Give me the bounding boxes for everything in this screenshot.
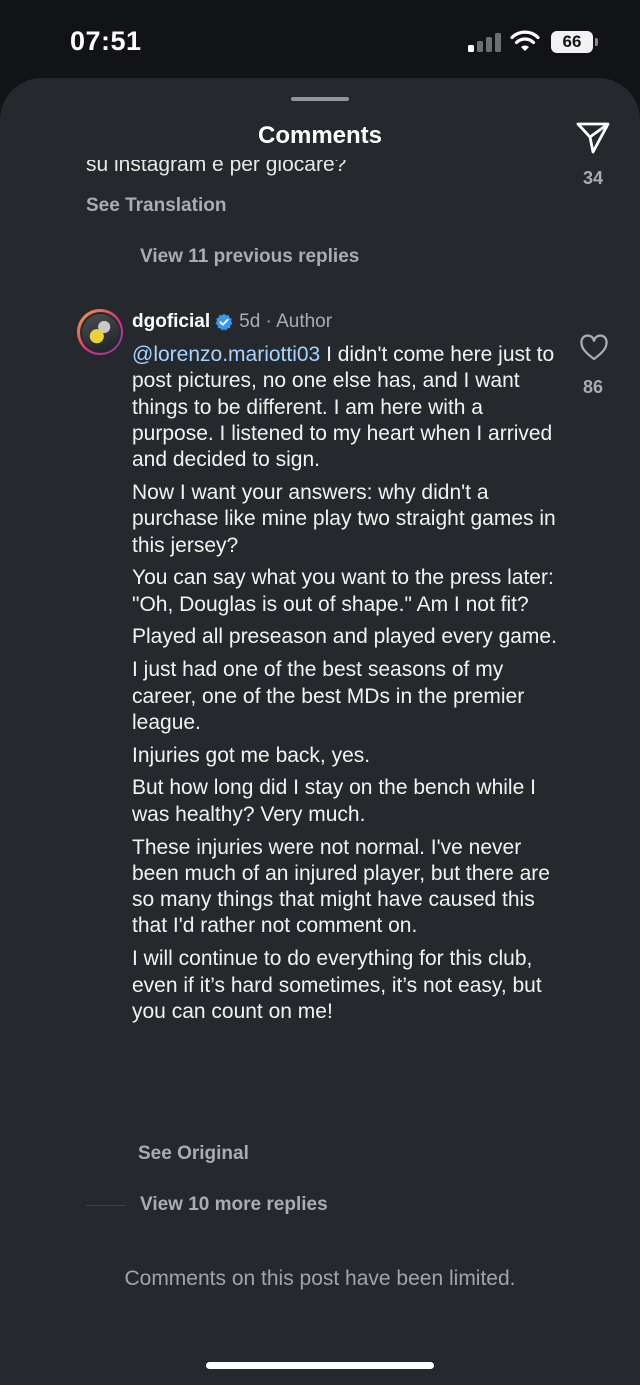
username[interactable]: dgoficial	[132, 311, 210, 333]
comment-paragraph: I will continue to do everything for thi…	[132, 947, 542, 1023]
paper-plane-icon[interactable]	[574, 118, 612, 156]
comments-limited-notice: Comments on this post have been limited.	[124, 1267, 516, 1290]
status-time: 07:51	[70, 26, 142, 56]
comment-paragraph: Now I want your answers: why didn't a pu…	[132, 480, 556, 557]
comment-paragraph: But how long did I stay on the bench whi…	[132, 776, 536, 826]
comment-paragraph: Injuries got me back, yes.	[132, 743, 371, 767]
battery-icon: 66	[551, 31, 593, 53]
avatar[interactable]	[77, 309, 123, 355]
view-previous-replies-button[interactable]: View 11 previous replies	[140, 246, 359, 268]
see-translation-link[interactable]: See Translation	[86, 195, 226, 217]
verified-badge-icon	[215, 313, 233, 331]
wifi-icon	[510, 30, 540, 51]
comment-paragraph: Played all preseason and played every ga…	[132, 625, 557, 649]
battery-tip	[595, 38, 598, 46]
comment-meta: 5d · Author	[239, 311, 333, 332]
sheet-grabber[interactable]	[291, 97, 349, 101]
like-count: 86	[582, 377, 604, 397]
reply-divider	[86, 1205, 126, 1206]
comment-header: dgoficial 5d · Author	[132, 311, 332, 333]
comment-paragraph: @lorenzo.mariotti03 I didn't come here j…	[132, 343, 555, 472]
sheet-title: Comments	[257, 122, 383, 149]
comment-body: @lorenzo.mariotti03 I didn't come here j…	[132, 342, 557, 1032]
status-bar: 07:51 66	[0, 0, 640, 80]
home-indicator[interactable]	[206, 1362, 434, 1369]
view-more-replies-button[interactable]: View 10 more replies	[140, 1194, 328, 1216]
cellular-signal-icon	[468, 32, 502, 52]
previous-comment-like-count: 34	[582, 168, 604, 186]
mention-link[interactable]: @lorenzo.mariotti03	[132, 343, 320, 366]
avatar-image	[81, 313, 119, 351]
comment-paragraph: These injuries were not normal. I've nev…	[132, 835, 550, 938]
comment-paragraph: I just had one of the best seasons of my…	[132, 658, 525, 734]
comments-sheet: Comments su instagram e per giocare? 34 …	[0, 78, 640, 1385]
see-original-link[interactable]: See Original	[138, 1143, 249, 1165]
heart-icon[interactable]	[579, 334, 609, 362]
comment-paragraph: You can say what you want to the press l…	[132, 566, 554, 616]
previous-comment-text: su instagram e per giocare?	[86, 160, 347, 176]
